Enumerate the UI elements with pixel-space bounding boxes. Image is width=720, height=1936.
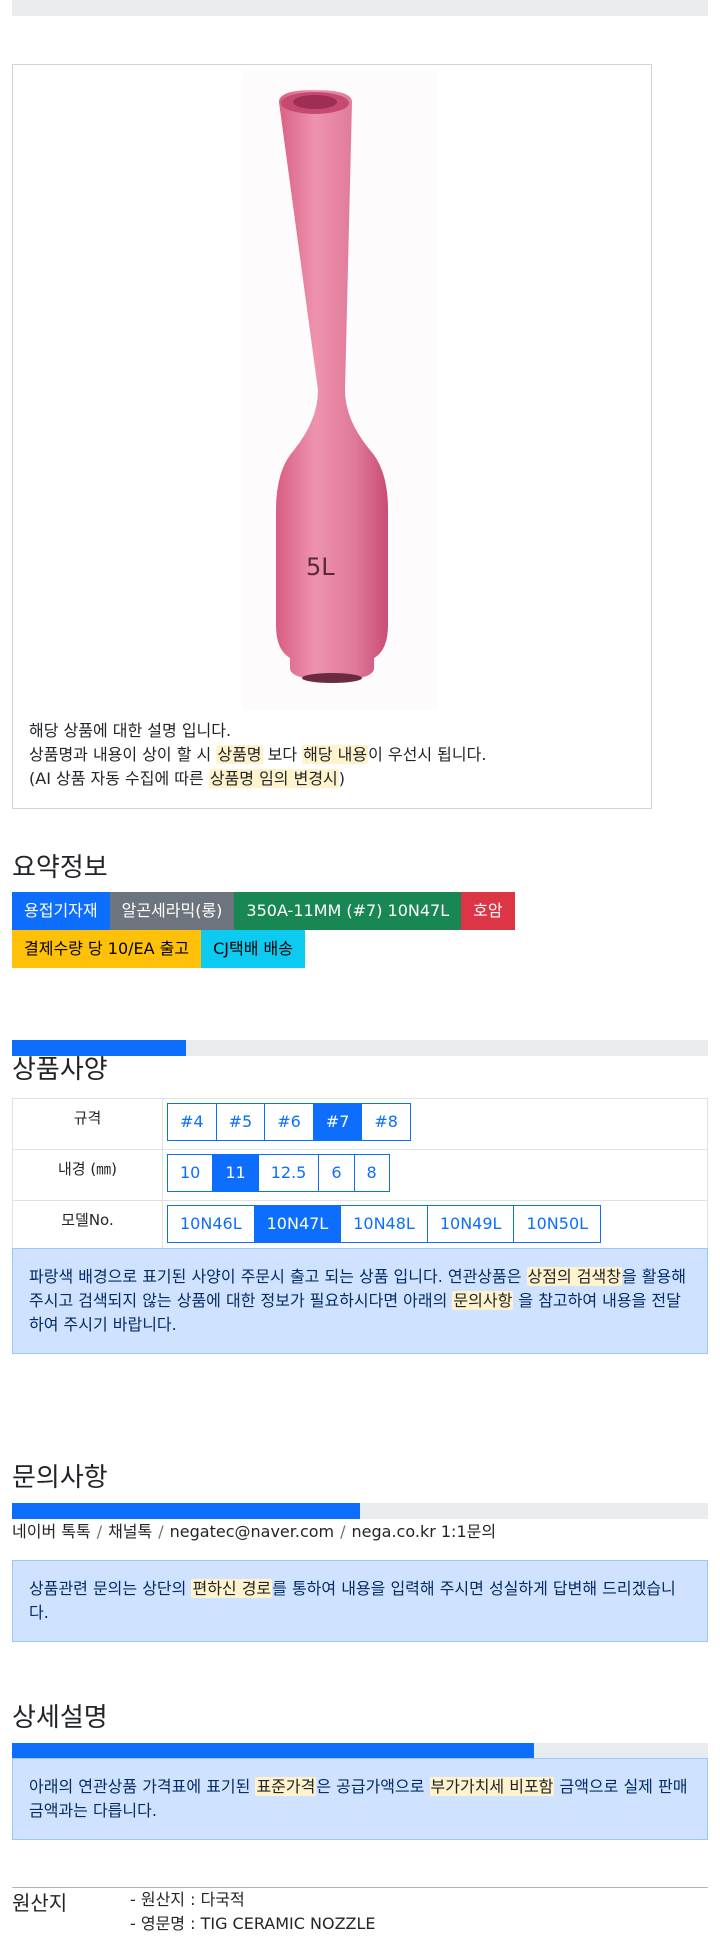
- tag-shipping[interactable]: CJ택배 배송: [201, 930, 305, 968]
- tag-brand[interactable]: 호암: [461, 892, 515, 930]
- spec-table: 규격 #4 #5 #6 #7 #8 내경 (㎜) 10 11 12.5 6 8 모델No. 10N46L 1…: [12, 1098, 708, 1252]
- detail-progress: [12, 1743, 708, 1759]
- spec-option-button[interactable]: 10N50L: [513, 1205, 602, 1243]
- summary-tags-row-1: 용접기자재 알곤세라믹(롱) 350A-11MM (#7) 10N47L 호암: [12, 892, 515, 930]
- contact-links: 네이버 톡톡 / 채널톡 / negatec@naver.com / nega.co.kr …: [12, 1522, 497, 1541]
- origin-label: 원산지: [12, 1891, 68, 1915]
- nozzle-label: 5L: [306, 553, 335, 581]
- spec-row-options: 10 11 12.5 6 8: [163, 1150, 708, 1200]
- spec-option-button[interactable]: #5: [215, 1103, 266, 1141]
- description-line-2: 상품명과 내용이 상이 할 시 상품명 보다 해당 내용이 우선시 됩니다.: [29, 745, 487, 764]
- inquiry-progress: [12, 1503, 708, 1519]
- spec-option-button[interactable]: 12.5: [257, 1154, 320, 1192]
- spec-option-button[interactable]: 10N48L: [340, 1205, 428, 1243]
- detail-title: 상세설명: [12, 1703, 108, 1733]
- spec-row-label: 내경 (㎜): [12, 1150, 163, 1200]
- detail-notice: 아래의 연관상품 가격표에 표기된 표준가격은 공급가액으로 부가가치세 비포함…: [12, 1758, 708, 1840]
- spec-option-button[interactable]: 10N46L: [167, 1205, 255, 1243]
- link-naver-talk[interactable]: 네이버 톡톡: [12, 1522, 91, 1541]
- product-card: 5L 해당 상품에 대한 설명 입니다. 상품명과 내용이 상이 할 시 상품명…: [12, 64, 652, 809]
- spec-row: 내경 (㎜) 10 11 12.5 6 8: [12, 1150, 708, 1201]
- spec-option-button[interactable]: #8: [361, 1103, 411, 1141]
- inquiry-notice: 상품관련 문의는 상단의 편하신 경로를 통하여 내용을 입력해 주시면 성실하…: [12, 1560, 708, 1642]
- spec-option-button[interactable]: #7: [312, 1103, 363, 1141]
- link-site-inquiry[interactable]: nega.co.kr 1:1문의: [352, 1522, 497, 1541]
- tag-model[interactable]: 350A-11MM (#7) 10N47L: [234, 892, 462, 930]
- detail-progress-fill: [12, 1743, 534, 1759]
- spec-option-button[interactable]: #4: [167, 1103, 217, 1141]
- spec-option-button[interactable]: 10N49L: [426, 1205, 515, 1243]
- link-email[interactable]: negatec@naver.com: [170, 1522, 334, 1541]
- spec-row-label: 모델No.: [12, 1201, 163, 1251]
- summary-title: 요약정보: [12, 853, 108, 883]
- spec-option-button[interactable]: 11: [212, 1154, 259, 1192]
- top-bar: [12, 0, 708, 16]
- spec-option-button[interactable]: 6: [318, 1154, 355, 1192]
- description-line-1: 해당 상품에 대한 설명 입니다.: [29, 721, 232, 740]
- origin-english-name: - 영문명 : TIG CERAMIC NOZZLE: [130, 1914, 376, 1933]
- spec-row-options: 10N46L 10N47L 10N48L 10N49L 10N50L: [163, 1201, 708, 1251]
- spec-progress: [12, 1040, 708, 1056]
- spec-row-options: #4 #5 #6 #7 #8: [163, 1099, 708, 1149]
- spec-option-button[interactable]: #6: [264, 1103, 314, 1141]
- spec-option-button[interactable]: 10: [167, 1154, 214, 1192]
- product-description: 해당 상품에 대한 설명 입니다. 상품명과 내용이 상이 할 시 상품명 보다…: [29, 719, 649, 791]
- spec-row-label: 규격: [12, 1099, 163, 1149]
- origin-country: - 원산지 : 다국적: [130, 1890, 245, 1909]
- inquiry-title: 문의사항: [12, 1463, 108, 1493]
- spec-option-button[interactable]: 8: [353, 1154, 390, 1192]
- page: 5L 해당 상품에 대한 설명 입니다. 상품명과 내용이 상이 할 시 상품명…: [0, 0, 720, 1935]
- tag-quantity[interactable]: 결제수량 당 10/EA 출고: [12, 930, 202, 968]
- spec-row: 규격 #4 #5 #6 #7 #8: [12, 1099, 708, 1150]
- description-line-3: (AI 상품 자동 수집에 따른 상품명 임의 변경시): [29, 769, 346, 788]
- spec-title: 상품사양: [12, 1055, 108, 1085]
- summary-tags-row-2: 결제수량 당 10/EA 출고 CJ택배 배송: [12, 930, 305, 968]
- origin-section: 원산지 - 원산지 : 다국적 - 영문명 : TIG CERAMIC NOZZ…: [12, 1887, 708, 1933]
- product-image: 5L: [242, 70, 437, 710]
- tag-category[interactable]: 용접기자재: [12, 892, 110, 930]
- spec-row: 모델No. 10N46L 10N47L 10N48L 10N49L 10N50L: [12, 1201, 708, 1252]
- tag-subcategory[interactable]: 알곤세라믹(롱): [109, 892, 235, 930]
- spec-option-button[interactable]: 10N47L: [253, 1205, 342, 1243]
- spec-notice: 파랑색 배경으로 표기된 사양이 주문시 출고 되는 상품 입니다. 연관상품은…: [12, 1248, 708, 1354]
- inquiry-progress-fill: [12, 1503, 360, 1519]
- origin-details: - 원산지 : 다국적 - 영문명 : TIG CERAMIC NOZZLE: [130, 1888, 376, 1936]
- link-channel-talk[interactable]: 채널톡: [108, 1522, 152, 1541]
